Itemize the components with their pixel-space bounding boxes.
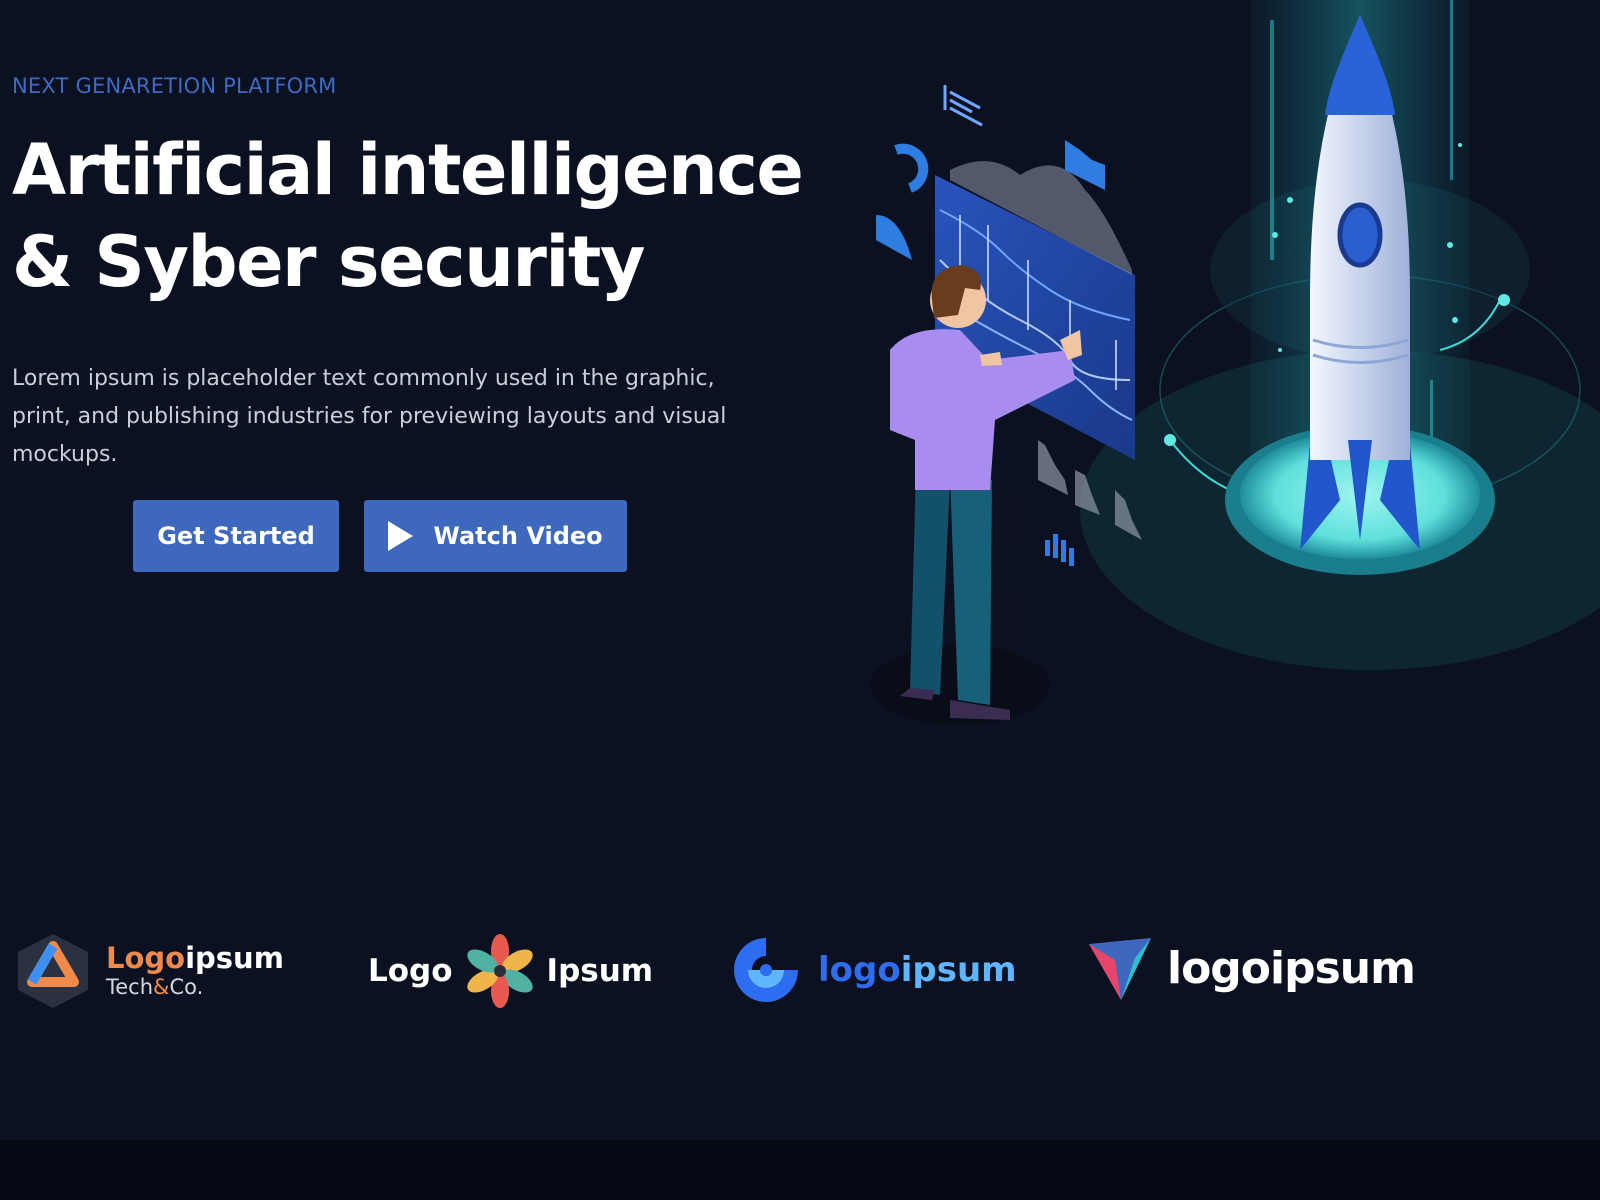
ring-logo-icon [734, 938, 798, 1002]
logo-ring-word-a: logo [818, 950, 901, 990]
play-icon [388, 521, 414, 551]
get-started-label: Get Started [157, 522, 315, 550]
get-started-button[interactable]: Get Started [133, 500, 339, 572]
headline-line-1: Artificial intelligence [12, 129, 804, 211]
watch-video-label: Watch Video [433, 522, 603, 550]
watch-video-button[interactable]: Watch Video [364, 500, 627, 572]
logo-tech-co-text: Logoipsum Tech&Co. [106, 942, 284, 1000]
logo-tech-co-sub-b: Co. [169, 975, 204, 999]
hero-illustration [870, 0, 1600, 725]
hero-text: NEXT GENARETION PLATFORM Artificial inte… [12, 74, 804, 474]
logo-flower: Logo Ipsum [368, 930, 653, 1012]
headline-line-2: & Syber security [12, 221, 646, 303]
logo-flower-right-word: Ipsum [546, 953, 654, 989]
logo-tech-co-sub-a: Tech [106, 975, 154, 999]
flower-logo-icon [466, 934, 533, 1008]
eyebrow-label: NEXT GENARETION PLATFORM [12, 74, 337, 98]
logo-triangle-text: logoipsum [1167, 942, 1416, 994]
logo-tech-co-word-b: ipsum [185, 941, 284, 975]
hexagon-logo-icon [18, 934, 88, 1008]
logo-ring-text: logoipsum [818, 950, 1017, 990]
logo-tech-co-word-a: Logo [106, 941, 186, 975]
logo-ring: logoipsum [728, 930, 1017, 1010]
logo-triangle: logoipsum [1085, 930, 1416, 1006]
logo-tech-co-amp: & [153, 975, 170, 999]
partner-logos: Logoipsum Tech&Co. Logo Ipsum logoipsum [0, 930, 1600, 1020]
logo-flower-left-word: Logo [368, 953, 453, 989]
footer-strip [0, 1140, 1600, 1200]
page-title: Artificial intelligence & Syber security [12, 124, 804, 308]
logo-ring-word-b: ipsum [900, 950, 1017, 990]
triangle-logo-icon [1089, 938, 1151, 1000]
logo-tech-co: Logoipsum Tech&Co. [12, 930, 284, 1012]
hero-description: Lorem ipsum is placeholder text commonly… [12, 366, 727, 467]
